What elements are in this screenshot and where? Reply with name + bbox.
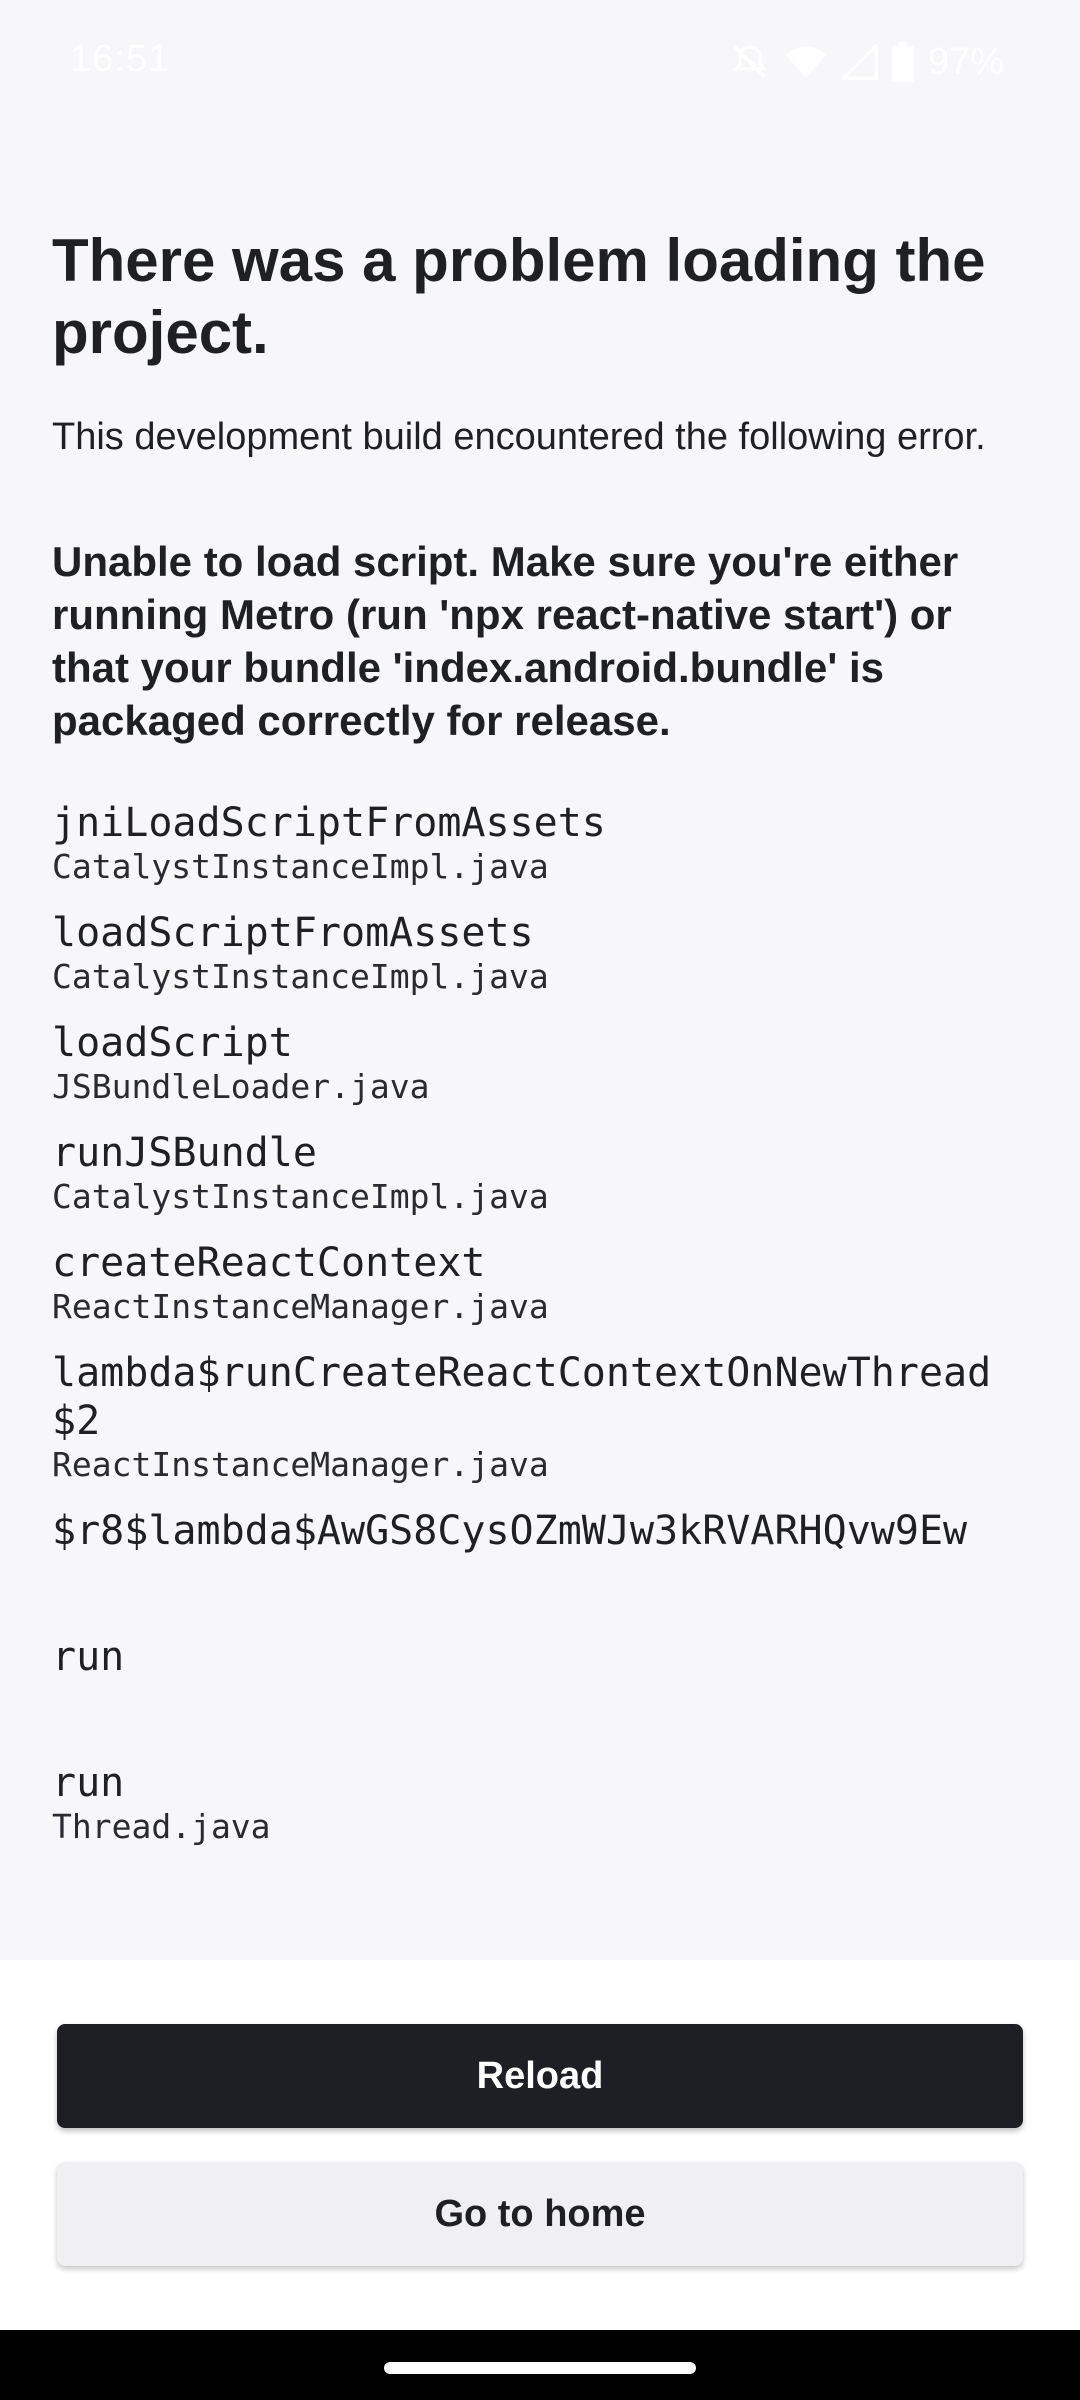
battery-percent: 97%	[927, 40, 1004, 83]
battery-icon	[892, 42, 914, 82]
reload-button[interactable]: Reload	[57, 2024, 1023, 2128]
stack-frame-method: $r8$lambda$AwGS8CysOZmWJw3kRVARHQvw9Ew	[52, 1508, 968, 1554]
navigation-bar	[0, 2330, 1080, 2400]
stack-frame-method: runJSBundle	[52, 1130, 317, 1176]
stack-frame-method: loadScriptFromAssets	[52, 910, 534, 956]
stack-frame-file: CatalystInstanceImpl.java	[52, 957, 549, 996]
error-subtitle: This development build encountered the f…	[52, 416, 986, 458]
stack-frame: runJSBundle CatalystInstanceImpl.java	[52, 1129, 1032, 1217]
status-icons: 97%	[730, 40, 1004, 84]
stack-frame-file: JSBundleLoader.java	[52, 1067, 430, 1106]
home-gesture-handle[interactable]	[384, 2362, 696, 2374]
stack-frame-method: lambda$runCreateReactContextOnNewThread$…	[52, 1350, 992, 1444]
stack-frame-file	[52, 1681, 1032, 1721]
stack-frame-method: run	[52, 1760, 125, 1806]
stack-frame-file	[52, 1555, 1032, 1595]
error-content[interactable]: There was a problem loading the project.…	[52, 225, 1032, 1960]
cellular-signal-icon	[841, 44, 878, 80]
stack-frame-method: loadScript	[52, 1020, 293, 1066]
stack-frame: loadScriptFromAssets CatalystInstanceImp…	[52, 909, 1032, 997]
stack-frame-file: ReactInstanceManager.java	[52, 1445, 549, 1484]
stack-frame-method: run	[52, 1634, 125, 1680]
status-time: 16:51	[70, 38, 171, 80]
stack-frame-method: jniLoadScriptFromAssets	[52, 800, 606, 846]
stack-frame-file: ReactInstanceManager.java	[52, 1287, 549, 1326]
status-bar: 16:51 97%	[0, 0, 1080, 130]
wifi-icon	[784, 42, 828, 82]
stack-frame-file: CatalystInstanceImpl.java	[52, 1177, 549, 1216]
stack-frame: loadScript JSBundleLoader.java	[52, 1019, 1032, 1107]
notifications-muted-icon	[730, 42, 770, 82]
error-message: Unable to load script. Make sure you're …	[52, 538, 959, 744]
stack-frame: lambda$runCreateReactContextOnNewThread$…	[52, 1349, 1032, 1485]
stack-frame: createReactContext ReactInstanceManager.…	[52, 1239, 1032, 1327]
stack-frame: jniLoadScriptFromAssets CatalystInstance…	[52, 799, 1032, 887]
stack-frame-file: Thread.java	[52, 1807, 271, 1846]
stack-trace: jniLoadScriptFromAssets CatalystInstance…	[52, 799, 1032, 1847]
action-panel: Reload Go to home	[0, 1960, 1080, 2330]
stack-frame: run Thread.java	[52, 1759, 1032, 1847]
error-title: There was a problem loading the project.	[52, 227, 986, 366]
stack-frame: run	[52, 1633, 1032, 1721]
stack-frame: $r8$lambda$AwGS8CysOZmWJw3kRVARHQvw9Ew	[52, 1507, 1032, 1595]
go-to-home-button[interactable]: Go to home	[57, 2162, 1023, 2266]
stack-frame-method: createReactContext	[52, 1240, 486, 1286]
stack-frame-file: CatalystInstanceImpl.java	[52, 847, 549, 886]
